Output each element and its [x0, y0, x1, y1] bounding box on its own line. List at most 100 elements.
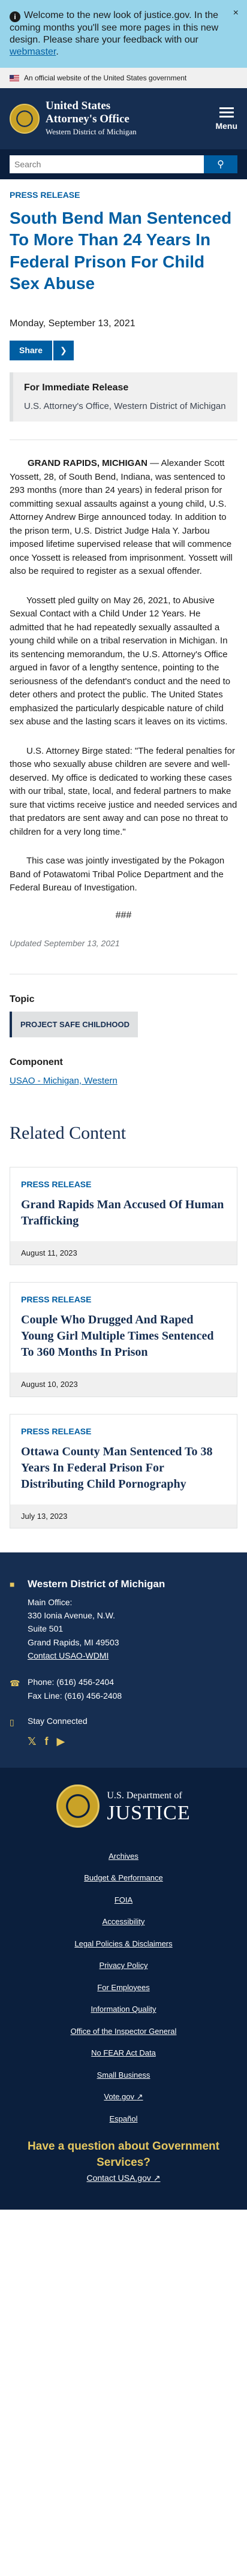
doj-seal-icon	[10, 104, 40, 134]
webmaster-link[interactable]: webmaster	[10, 47, 56, 57]
welcome-banner: i Welcome to the new look of justice.gov.…	[0, 0, 247, 68]
phone-number: Phone: (616) 456-2404	[28, 1677, 114, 1687]
us-flag-icon	[10, 74, 19, 82]
contact-link[interactable]: Contact USAO-WDMI	[28, 1651, 109, 1660]
article-date: Monday, September 13, 2021	[10, 318, 135, 329]
stay-connected: Stay Connected	[28, 1716, 88, 1726]
card-title[interactable]: Couple Who Drugged And Raped Young Girl …	[21, 1312, 226, 1361]
site-title-line2: Attorney's Office	[46, 113, 129, 126]
search-button[interactable]: ⚲	[204, 155, 237, 173]
related-content: Related Content PRESS RELEASE Grand Rapi…	[10, 1120, 237, 1529]
related-card[interactable]: PRESS RELEASE Couple Who Drugged And Rap…	[10, 1282, 237, 1397]
footer-office-title: Western District of Michigan	[28, 1578, 165, 1590]
site-title-line1: United States	[46, 100, 111, 113]
card-date: August 10, 2023	[10, 1373, 237, 1397]
address-line: Grand Rapids, MI 49503	[28, 1637, 119, 1647]
doj-logo-link[interactable]: U.S. Department of JUSTICE	[10, 1784, 237, 1828]
social-links: 𝕏 f ▶	[28, 1734, 237, 1750]
footer-link-small-business[interactable]: Small Business	[10, 2069, 237, 2081]
youtube-icon[interactable]: ▶	[57, 1734, 65, 1750]
building-icon: ■	[10, 1579, 15, 1590]
welcome-message: Welcome to the new look of justice.gov. …	[10, 10, 219, 45]
footer-link-vote[interactable]: Vote.gov ↗	[10, 2091, 237, 2103]
related-card[interactable]: PRESS RELEASE Ottawa County Man Sentence…	[10, 1413, 237, 1529]
card-title[interactable]: Ottawa County Man Sentenced To 38 Years …	[21, 1444, 226, 1492]
mobile-icon: ▯	[10, 1717, 14, 1727]
article-kicker: PRESS RELEASE	[10, 190, 80, 200]
card-date: August 11, 2023	[10, 1241, 237, 1265]
footer-link-foia[interactable]: FOIA	[10, 1894, 237, 1906]
footer-link-privacy[interactable]: Privacy Policy	[10, 1960, 237, 1972]
question-text: Have a question about Government Service…	[28, 2140, 219, 2169]
footer-link-no-fear[interactable]: No FEAR Act Data	[10, 2047, 237, 2059]
paragraph-4: This case was jointly investigated by th…	[10, 856, 225, 893]
menu-button[interactable]: Menu	[215, 105, 237, 133]
footer-link-info-quality[interactable]: Information Quality	[10, 2003, 237, 2015]
related-heading: Related Content	[10, 1123, 126, 1143]
close-icon[interactable]: ×	[233, 7, 239, 19]
district-footer: ■ Western District of Michigan Main Offi…	[0, 1552, 247, 1768]
related-card[interactable]: PRESS RELEASE Grand Rapids Man Accused O…	[10, 1166, 237, 1266]
dateline: GRAND RAPIDS, MICHIGAN	[28, 458, 148, 469]
footer-link-espanol[interactable]: Español	[10, 2113, 237, 2125]
share-button[interactable]: Share	[10, 340, 52, 360]
gov-banner-text: An official website of the United States…	[24, 74, 187, 82]
article-body: GRAND RAPIDS, MICHIGAN — Alexander Scott…	[10, 457, 237, 895]
site-subtitle: Western District of Michigan	[46, 127, 137, 137]
footer-link-archives[interactable]: Archives	[10, 1850, 237, 1862]
doj-line2: JUSTICE	[107, 1801, 191, 1824]
main-office-label: Main Office:	[28, 1597, 73, 1607]
component-label: Component	[10, 1057, 63, 1068]
share-group: Share ❯	[10, 340, 237, 360]
contact-usa-label: Contact USA.gov	[86, 2172, 151, 2183]
paragraph-3: U.S. Attorney Birge stated: "The federal…	[10, 745, 237, 837]
release-box: For Immediate Release U.S. Attorney's Of…	[10, 372, 237, 422]
card-kicker: PRESS RELEASE	[21, 1179, 92, 1189]
fax-number: Fax Line: (616) 456-2408	[28, 1690, 122, 1701]
end-mark: ###	[115, 910, 132, 920]
card-date: July 13, 2023	[10, 1504, 237, 1528]
search-icon: ⚲	[217, 160, 224, 170]
site-logo-link[interactable]: United States Attorney's Office Western …	[10, 100, 137, 137]
hamburger-icon	[219, 107, 234, 118]
paragraph-2: Yossett pled guilty on May 26, 2021, to …	[10, 595, 231, 727]
twitter-icon[interactable]: 𝕏	[28, 1734, 37, 1750]
page-title: South Bend Man Sentenced To More Than 24…	[10, 209, 232, 293]
chevron-right-icon[interactable]: ❯	[53, 340, 74, 360]
footer-link-legal[interactable]: Legal Policies & Disclaimers	[10, 1938, 237, 1950]
topic-label: Topic	[10, 994, 35, 1004]
card-title[interactable]: Grand Rapids Man Accused Of Human Traffi…	[21, 1197, 226, 1229]
doj-line1: U.S. Department of	[107, 1790, 182, 1801]
updated-date: Updated September 13, 2021	[10, 938, 120, 948]
external-link-icon: ↗	[136, 2092, 143, 2102]
gov-banner: An official website of the United States…	[0, 68, 247, 88]
footer-link-oig[interactable]: Office of the Inspector General	[10, 2026, 237, 2038]
site-header: United States Attorney's Office Western …	[0, 88, 247, 149]
search-bar: ⚲	[0, 149, 247, 179]
external-link-icon: ↗	[153, 2172, 161, 2183]
address-line: 330 Ionia Avenue, N.W.	[28, 1610, 116, 1620]
footer-link-employees[interactable]: For Employees	[10, 1982, 237, 1994]
card-kicker: PRESS RELEASE	[21, 1426, 92, 1436]
article: PRESS RELEASE South Bend Man Sentenced T…	[0, 189, 247, 1529]
info-icon: i	[10, 11, 20, 22]
paragraph-1: GRAND RAPIDS, MICHIGAN — Alexander Scott…	[10, 457, 237, 579]
release-office: U.S. Attorney's Office, Western District…	[24, 401, 226, 411]
search-input[interactable]	[10, 155, 204, 173]
phone-icon: ☎	[10, 1678, 20, 1689]
address-line: Suite 501	[28, 1624, 64, 1634]
footer-links: Archives Budget & Performance FOIA Acces…	[10, 1850, 237, 2125]
facebook-icon[interactable]: f	[45, 1734, 49, 1750]
topic-tag[interactable]: PROJECT SAFE CHILDHOOD	[10, 1011, 138, 1038]
component-link[interactable]: USAO - Michigan, Western	[10, 1076, 118, 1086]
gov-services-question: Have a question about Government Service…	[10, 2139, 237, 2185]
vote-label: Vote.gov	[104, 2092, 135, 2102]
footer-link-budget[interactable]: Budget & Performance	[10, 1872, 237, 1884]
paragraph-1-text: — Alexander Scott Yossett, 28, of South …	[10, 458, 233, 577]
footer-link-accessibility[interactable]: Accessibility	[10, 1916, 237, 1928]
release-heading: For Immediate Release	[24, 382, 129, 393]
card-kicker: PRESS RELEASE	[21, 1295, 92, 1305]
contact-usa-gov-link[interactable]: Contact USA.gov ↗	[86, 2173, 160, 2183]
menu-label: Menu	[215, 121, 237, 131]
doj-seal-icon	[56, 1784, 100, 1828]
